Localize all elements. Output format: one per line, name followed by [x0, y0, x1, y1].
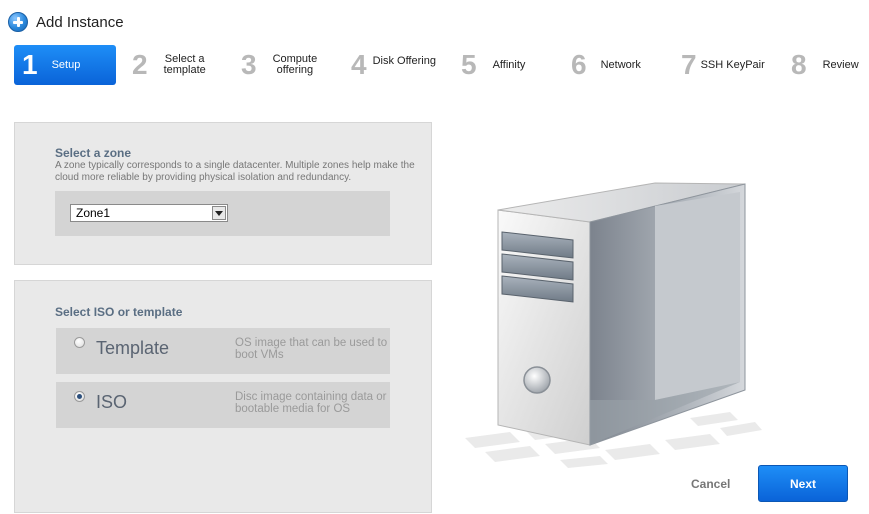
template-option-description: OS image that can be used to boot VMs [235, 337, 388, 361]
dialog-title: Add Instance [36, 13, 124, 31]
step-number: 1 [22, 49, 38, 80]
drive-bays [501, 231, 574, 303]
next-button[interactable]: Next [758, 465, 848, 502]
step-label-line: offering [276, 64, 314, 76]
iso-template-panel: Select ISO or template Template OS image… [14, 280, 432, 513]
zone-description: A zone typically corresponds to a single… [55, 160, 415, 183]
step-label-line: template [163, 64, 206, 76]
dialog-header: Add Instance [8, 10, 124, 34]
step-label: Disk Offering [372, 54, 436, 67]
step-number: 7 [681, 49, 697, 80]
step-setup[interactable]: 1 Setup [14, 45, 116, 85]
step-label: Review [822, 58, 859, 71]
add-plus-icon [8, 12, 28, 32]
iso-option-description: Disc image containing data or bootable m… [235, 391, 387, 415]
iso-option[interactable]: ISO Disc image containing data or bootab… [56, 382, 390, 428]
step-number: 3 [241, 49, 257, 80]
zone-select-box: Zone1 [55, 191, 390, 236]
step-select-template[interactable]: 2 Select a template [132, 45, 206, 85]
zone-select[interactable]: Zone1 [70, 204, 228, 222]
step-label: Setup [51, 58, 81, 71]
step-number: 5 [461, 49, 477, 80]
cancel-button[interactable]: Cancel [691, 477, 730, 491]
step-number: 4 [351, 49, 367, 80]
step-label: Compute offering [273, 54, 318, 76]
step-ssh-keypair[interactable]: 7 SSH KeyPair [681, 45, 765, 85]
step-compute-offering[interactable]: 3 Compute offering [241, 45, 317, 85]
step-review[interactable]: 8 Review [791, 45, 859, 85]
iso-option-label: ISO [96, 392, 128, 412]
chevron-down-icon[interactable] [212, 206, 226, 220]
step-label: Select a template [164, 54, 206, 76]
step-disk-offering[interactable]: 4 Disk Offering [351, 45, 436, 85]
zone-title: Select a zone [55, 146, 132, 160]
step-affinity[interactable]: 5 Affinity [461, 45, 525, 85]
step-label: Network [600, 58, 641, 71]
step-label: Affinity [492, 58, 526, 71]
power-button-icon [523, 366, 551, 394]
template-radio[interactable] [74, 337, 85, 348]
step-number: 6 [571, 49, 587, 80]
step-label: SSH KeyPair [700, 58, 765, 71]
zone-panel: Select a zone A zone typically correspon… [14, 122, 432, 265]
wizard-steps: 1 Setup 2 Select a template 3 Compute of… [14, 45, 869, 85]
source-title: Select ISO or template [55, 305, 183, 319]
step-number: 8 [791, 49, 807, 80]
zone-select-value: Zone1 [76, 206, 111, 220]
step-number: 2 [132, 49, 148, 80]
iso-radio[interactable] [74, 391, 85, 402]
template-option[interactable]: Template OS image that can be used to bo… [56, 328, 390, 374]
server-illustration [465, 182, 762, 468]
template-option-label: Template [96, 338, 170, 358]
step-network[interactable]: 6 Network [571, 45, 641, 85]
